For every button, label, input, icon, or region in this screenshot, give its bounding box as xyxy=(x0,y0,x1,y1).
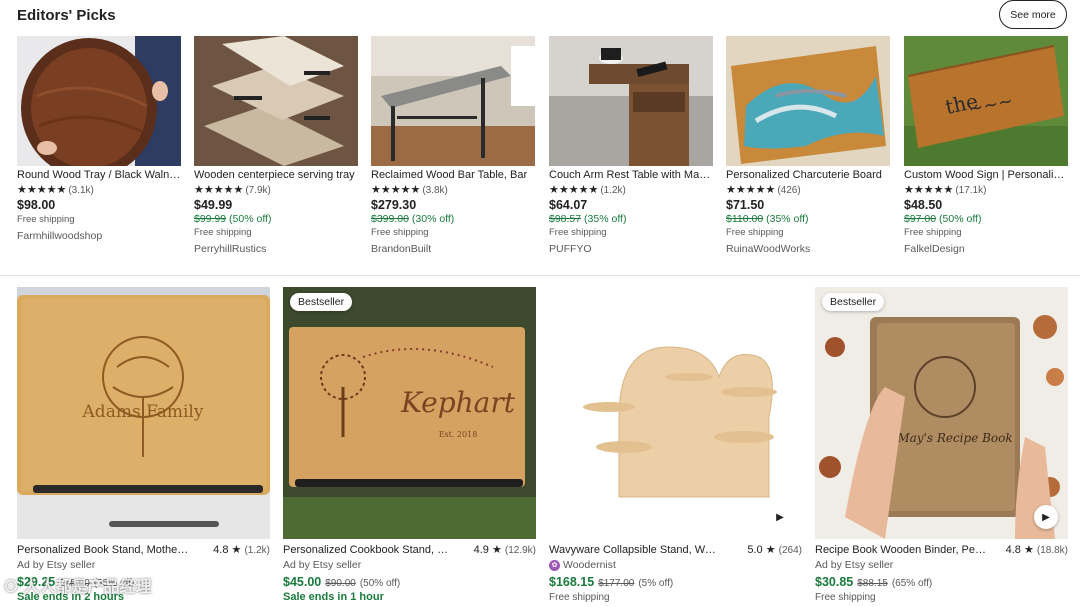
pick-card[interactable]: Wooden centerpiece serving tray ★★★★★ (7.… xyxy=(194,36,358,255)
price: $64.07 xyxy=(549,198,588,212)
price-row: $45.00 $90.00 (50% off) xyxy=(283,575,401,589)
shop-name[interactable]: PUFFYO xyxy=(549,243,713,255)
product-image-couch-arm-table[interactable] xyxy=(549,36,713,166)
bestseller-badge: Bestseller xyxy=(822,293,885,311)
rating: 4.9 ★ (12.9k) xyxy=(473,544,536,556)
shop-name[interactable]: Farmhillwoodshop xyxy=(17,230,181,242)
shipping-label: Free shipping xyxy=(904,227,962,238)
engraving-text: Kephart xyxy=(400,386,516,419)
product-title[interactable]: Recipe Book Wooden Binder, Personalized xyxy=(815,544,987,556)
sale-countdown: Sale ends in 1 hour xyxy=(283,591,384,603)
ad-card[interactable]: Kephart Est. 2018 Bestseller Personalize… xyxy=(283,287,536,603)
shop-name[interactable]: ✿ Woodernist xyxy=(549,559,802,571)
section-divider xyxy=(0,275,1080,276)
star-rating: ★★★★★ (3.1k) xyxy=(17,184,94,196)
shop-name[interactable]: FalkelDesign xyxy=(904,243,1068,255)
price-row: $168.15 $177.00 (5% off) xyxy=(549,575,674,589)
product-title[interactable]: Custom Wood Sign | Personalized xyxy=(904,169,1068,181)
star-rating: ★★★★★ (426) xyxy=(726,184,801,196)
product-image-wood-sign[interactable]: the ~~~ xyxy=(904,36,1068,166)
pick-card[interactable]: Round Wood Tray / Black Walnut Tray ★★★★… xyxy=(17,36,181,242)
product-title[interactable]: Personalized Cookbook Stand, Recipe xyxy=(283,544,455,556)
price: $71.50 xyxy=(726,198,765,212)
video-play-icon[interactable]: ▶ xyxy=(768,505,792,529)
ad-card[interactable]: May's Recipe Book Bestseller ▶ Recipe Bo… xyxy=(815,287,1068,603)
product-image-serving-tray[interactable] xyxy=(194,36,358,166)
product-title[interactable]: Wooden centerpiece serving tray xyxy=(194,169,358,181)
star-rating: ★★★★★ (3.8k) xyxy=(371,184,448,196)
original-price: $110.00 (35% off) xyxy=(726,213,809,225)
pick-card[interactable]: Reclaimed Wood Bar Table, Bar ★★★★★ (3.8k… xyxy=(371,36,535,255)
video-play-icon[interactable]: ▶ xyxy=(1034,505,1058,529)
ad-card[interactable]: ▶ Wavyware Collapsible Stand, Wood 5.0 ★… xyxy=(549,287,802,603)
product-image-collapsible-stand[interactable]: ▶ xyxy=(549,287,802,539)
product-title[interactable]: Personalized Book Stand, Mother's Day xyxy=(17,544,189,556)
engraving-text: May's Recipe Book xyxy=(896,431,1012,445)
product-title[interactable]: Wavyware Collapsible Stand, Wood xyxy=(549,544,721,556)
engraving-subtext: Est. 2018 xyxy=(439,430,478,439)
product-image-recipe-binder[interactable]: May's Recipe Book Bestseller ▶ xyxy=(815,287,1068,539)
product-title[interactable]: Reclaimed Wood Bar Table, Bar xyxy=(371,169,535,181)
section-title: Editors' Picks xyxy=(17,7,116,24)
star-seller-icon: ✿ xyxy=(549,559,560,571)
product-image-charcuterie-board[interactable] xyxy=(726,36,890,166)
bestseller-badge: Bestseller xyxy=(290,293,353,311)
price: $98.00 xyxy=(17,198,56,212)
shipping-label: Free shipping xyxy=(194,227,252,238)
original-price: $99.99 (50% off) xyxy=(194,213,272,225)
pick-card[interactable]: Couch Arm Rest Table with Magazine ★★★★★… xyxy=(549,36,713,255)
rating: 4.8 ★ (18.8k) xyxy=(1005,544,1068,556)
product-title[interactable]: Couch Arm Rest Table with Magazine xyxy=(549,169,713,181)
star-rating: ★★★★★ (7.9k) xyxy=(194,184,271,196)
see-more-button[interactable]: See more xyxy=(999,0,1067,29)
shipping-label: Free shipping xyxy=(371,227,429,238)
star-rating: ★★★★★ (1.2k) xyxy=(549,184,626,196)
ad-seller-label: Ad by Etsy seller xyxy=(815,559,894,571)
original-price: $97.00 (50% off) xyxy=(904,213,982,225)
star-rating: ★★★★★ (17.1k) xyxy=(904,184,987,196)
product-image-book-stand[interactable]: Adams Family xyxy=(17,287,270,539)
shipping-label: Free shipping xyxy=(549,592,610,603)
pick-card[interactable]: Personalized Charcuterie Board ★★★★★ (426… xyxy=(726,36,890,255)
price: $279.30 xyxy=(371,198,417,212)
watermark: ⊙ 人人都是产品经理 xyxy=(3,579,152,596)
price: $48.50 xyxy=(904,198,943,212)
shop-name[interactable]: PerryhillRustics xyxy=(194,243,358,255)
shipping-label: Free shipping xyxy=(726,227,784,238)
shipping-label: Free shipping xyxy=(815,592,876,603)
product-title[interactable]: Personalized Charcuterie Board xyxy=(726,169,890,181)
ad-seller-label: Ad by Etsy seller xyxy=(17,559,96,571)
original-price: $399.00 (30% off) xyxy=(371,213,455,225)
product-image-cookbook-stand[interactable]: Kephart Est. 2018 Bestseller xyxy=(283,287,536,539)
original-price: $98.57 (35% off) xyxy=(549,213,627,225)
engraving-text: Adams Family xyxy=(82,402,204,422)
shop-name[interactable]: BrandonBuilt xyxy=(371,243,535,255)
pick-card[interactable]: the ~~~ Custom Wood Sign | Personalized … xyxy=(904,36,1068,255)
ad-card[interactable]: Adams Family Personalized Book Stand, Mo… xyxy=(17,287,270,603)
product-image-round-tray[interactable] xyxy=(17,36,181,166)
rating: 4.8 ★ (1.2k) xyxy=(213,544,270,556)
price-row: $30.85 $88.15 (65% off) xyxy=(815,575,933,589)
shipping-label: Free shipping xyxy=(17,214,75,225)
rating: 5.0 ★ (264) xyxy=(747,544,802,556)
product-title[interactable]: Round Wood Tray / Black Walnut Tray xyxy=(17,169,181,181)
ad-seller-label: Ad by Etsy seller xyxy=(283,559,362,571)
product-image-bar-table[interactable] xyxy=(371,36,535,166)
shop-name[interactable]: RuinaWoodWorks xyxy=(726,243,890,255)
shipping-label: Free shipping xyxy=(549,227,607,238)
price: $49.99 xyxy=(194,198,233,212)
